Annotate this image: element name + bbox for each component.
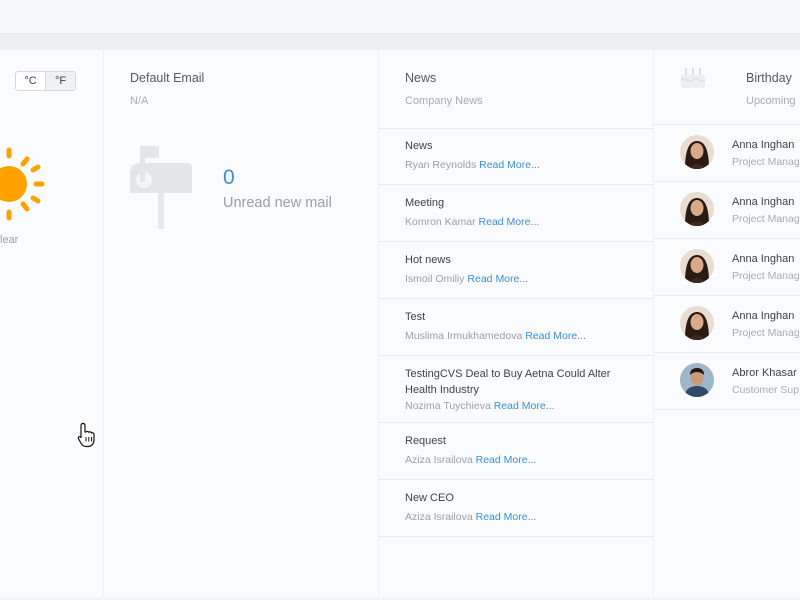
birthday-person-role: Project Manag [732,156,800,168]
news-item-title[interactable]: Hot news [405,252,643,268]
top-bar [0,0,800,33]
birthday-header: Birthday Upcoming [654,50,800,125]
news-item-meta: Ryan Reynolds Read More... [405,158,643,172]
birthday-item[interactable]: Anna Inghan Project Manag [654,296,800,353]
birthday-cake-icon [680,68,706,88]
avatar [680,363,714,397]
news-item-title[interactable]: Test [405,309,643,325]
news-item-title[interactable]: Request [405,433,643,449]
read-more-link[interactable]: Read More... [479,216,540,228]
news-item-meta: Muslima Irmukhamedova Read More... [405,329,643,343]
news-item-meta: Nozima Tuychieva Read More... [405,399,643,413]
news-item-author: Aziza Israilova [405,511,473,523]
news-item: News Ryan Reynolds Read More... [379,128,653,185]
celsius-button[interactable]: °C [16,72,45,90]
temperature-unit-toggle: °C °F [15,71,76,91]
unread-count[interactable]: 0 [223,166,235,190]
birthday-person-name: Abror Khasar [732,367,797,379]
news-item-author: Muslima Irmukhamedova [405,330,523,342]
news-card-subtitle: Company News [405,95,483,107]
mailbox-icon [130,146,192,229]
email-card-title: Default Email [130,71,205,85]
birthday-card: Birthday Upcoming Anna Inghan Project Ma… [654,50,800,597]
email-card: Default Email N/A 0 Unread new mail [104,50,379,597]
birthday-item[interactable]: Anna Inghan Project Manag [654,182,800,239]
birthday-list: Anna Inghan Project Manag Anna Inghan Pr… [654,125,800,410]
birthday-person-role: Project Manag [732,270,800,282]
news-item: New CEO Aziza Israilova Read More... [379,480,653,537]
news-item-meta: Komron Kamar Read More... [405,215,643,229]
avatar [680,306,714,340]
birthday-person-role: Customer Sup [732,384,800,396]
news-item-author: Ismoil Omiliy [405,273,465,285]
news-card-title: News [405,71,437,85]
read-more-link[interactable]: Read More... [525,330,586,342]
birthday-item[interactable]: Anna Inghan Project Manag [654,239,800,296]
birthday-person-name: Anna Inghan [732,310,795,322]
news-item: Request Aziza Israilova Read More... [379,423,653,480]
news-item-title[interactable]: Meeting [405,195,643,211]
news-item-title[interactable]: News [405,138,643,154]
sun-icon [0,147,45,221]
email-account: N/A [130,95,149,107]
news-item-author: Aziza Israilova [405,454,473,466]
news-item-title[interactable]: New CEO [405,490,643,506]
birthday-person-role: Project Manag [732,213,800,225]
read-more-link[interactable]: Read More... [479,159,540,171]
unread-label: Unread new mail [223,195,332,211]
birthday-item[interactable]: Anna Inghan Project Manag [654,125,800,182]
avatar [680,135,714,169]
news-item-author: Komron Kamar [405,216,476,228]
read-more-link[interactable]: Read More... [467,273,528,285]
sub-header-bar [0,33,800,50]
read-more-link[interactable]: Read More... [476,454,537,466]
news-item: Meeting Komron Kamar Read More... [379,185,653,242]
birthday-person-name: Anna Inghan [732,139,795,151]
news-item-author: Ryan Reynolds [405,159,477,171]
news-header: News Company News [379,50,653,129]
fahrenheit-button[interactable]: °F [45,72,75,90]
news-item: Test Muslima Irmukhamedova Read More... [379,299,653,356]
birthday-person-name: Anna Inghan [732,196,795,208]
news-card: News Company News News Ryan Reynolds Rea… [379,50,654,597]
read-more-link[interactable]: Read More... [494,400,555,412]
birthday-person-name: Anna Inghan [732,253,795,265]
news-item: Hot news Ismoil Omiliy Read More... [379,242,653,299]
birthday-card-subtitle: Upcoming [746,95,796,107]
news-item-title[interactable]: TestingCVS Deal to Buy Aetna Could Alter… [405,366,635,398]
avatar [680,192,714,226]
hand-cursor-icon [77,422,95,448]
news-item-meta: Aziza Israilova Read More... [405,510,643,524]
news-item-meta: Ismoil Omiliy Read More... [405,272,643,286]
news-item-author: Nozima Tuychieva [405,400,491,412]
weather-card: °C °F lear [0,50,104,597]
news-list: News Ryan Reynolds Read More... Meeting … [379,128,653,537]
news-item: TestingCVS Deal to Buy Aetna Could Alter… [379,356,653,423]
read-more-link[interactable]: Read More... [476,511,537,523]
birthday-item[interactable]: Abror Khasar Customer Sup [654,353,800,410]
news-item-meta: Aziza Israilova Read More... [405,453,643,467]
birthday-card-title: Birthday [746,71,792,85]
weather-condition: lear [0,234,19,246]
birthday-person-role: Project Manag [732,327,800,339]
avatar [680,249,714,283]
